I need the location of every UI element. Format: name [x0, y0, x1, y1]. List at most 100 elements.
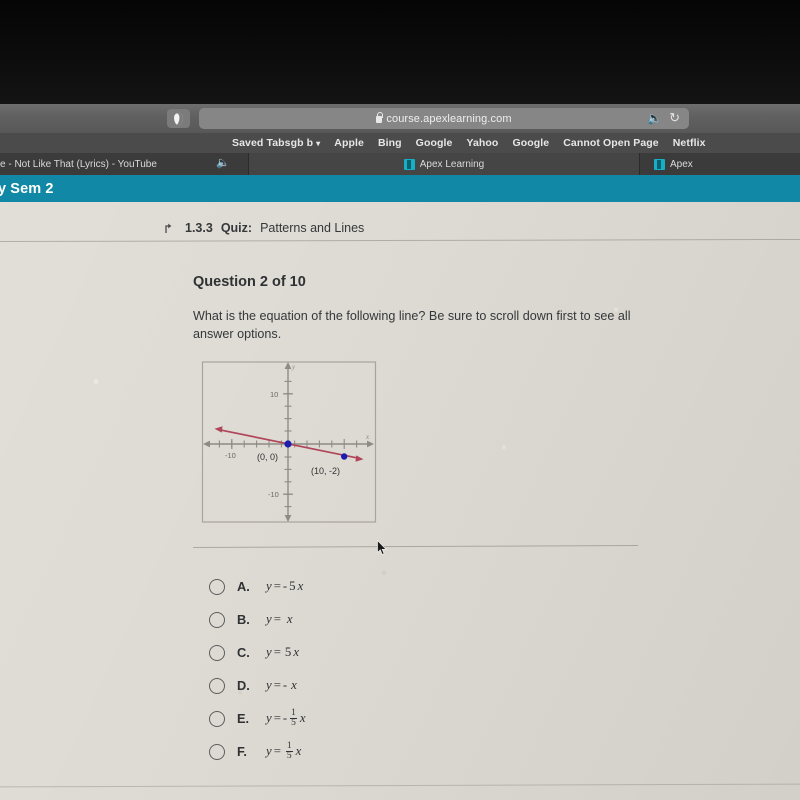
- sign: -: [282, 678, 288, 692]
- sign: -: [282, 579, 288, 593]
- tab-youtube[interactable]: e - Not Like That (Lyrics) - YouTube 🔈: [0, 153, 248, 175]
- bookmark-bing[interactable]: Bing: [378, 137, 402, 149]
- equals: =: [273, 711, 281, 725]
- course-breadcrumb[interactable]: y Sem 2: [0, 181, 54, 197]
- equals: =: [273, 579, 281, 593]
- fraction: 1 5: [290, 708, 297, 729]
- svg-text:x: x: [365, 433, 370, 441]
- option-letter: D.: [237, 678, 250, 693]
- radio-f[interactable]: [209, 743, 225, 760]
- tab-strip: e - Not Like That (Lyrics) - YouTube 🔈 A…: [0, 153, 800, 175]
- option-letter: F.: [237, 744, 247, 759]
- address-bar[interactable]: course.apexlearning.com 🔈 ↻: [199, 108, 689, 129]
- equals: =: [273, 612, 281, 626]
- point-10-neg2: [341, 453, 348, 460]
- shield-icon: [174, 112, 183, 125]
- speaker-icon[interactable]: 🔈: [647, 112, 662, 124]
- coordinate-graph: -10 10 -10 y x (0, 0) (10, -2): [201, 361, 377, 523]
- variable: x: [297, 579, 304, 593]
- svg-text:y: y: [291, 363, 296, 371]
- site-header: y Sem 2: [0, 175, 800, 202]
- graph-figure: -10 10 -10 y x (0, 0) (10, -2): [201, 359, 377, 525]
- screen-photo: course.apexlearning.com 🔈 ↻ Saved Tabsgb…: [0, 0, 800, 800]
- radio-a[interactable]: [209, 578, 225, 595]
- option-letter: E.: [237, 711, 250, 726]
- tab-label: Apex: [670, 158, 693, 170]
- breadcrumb: 1.3.3 Quiz: Patterns and Lines: [0, 216, 800, 240]
- activity-title: Patterns and Lines: [260, 221, 365, 235]
- tab-apex-learning[interactable]: Apex Learning: [249, 153, 639, 175]
- question-text: What is the equation of the following li…: [193, 309, 631, 341]
- bookmarks-bar: Saved Tabsgb b ▾ Apple Bing Google Yahoo …: [0, 133, 800, 153]
- option-a[interactable]: A. y = -5x: [209, 570, 629, 603]
- variable: x: [293, 645, 299, 659]
- lock-icon: [376, 112, 384, 123]
- bookmark-label: Saved Tabsgb b: [232, 137, 314, 149]
- radio-e[interactable]: [209, 710, 225, 727]
- bookmark-apple[interactable]: Apple: [334, 137, 364, 149]
- bookmark-yahoo[interactable]: Yahoo: [466, 137, 498, 149]
- option-letter: A.: [237, 579, 250, 594]
- option-b[interactable]: B. y = x: [209, 603, 629, 636]
- page-bottom-divider: [0, 783, 800, 788]
- lhs: y: [266, 744, 272, 758]
- annotation-ten-neg-two: (10, -2): [311, 466, 340, 476]
- svg-text:-10: -10: [225, 451, 236, 460]
- option-equation: y = 1 5 x: [266, 741, 302, 762]
- page-content: 1.3.3 Quiz: Patterns and Lines Question …: [0, 202, 800, 800]
- tab-mute-icon[interactable]: 🔈: [216, 158, 230, 169]
- tab-label: e - Not Like That (Lyrics) - YouTube: [0, 158, 157, 170]
- svg-text:-10: -10: [268, 490, 279, 499]
- reload-icon[interactable]: ↻: [669, 111, 680, 125]
- equals: =: [273, 678, 281, 692]
- sign: -: [282, 711, 288, 725]
- denominator: 5: [291, 718, 296, 728]
- option-f[interactable]: F. y = 1 5 x: [209, 735, 629, 768]
- url-text: course.apexlearning.com: [386, 112, 512, 125]
- screen-bezel: [0, 0, 800, 104]
- option-e[interactable]: E. y = - 1 5 x: [209, 702, 629, 735]
- option-equation: y = 5x: [266, 645, 299, 660]
- equals: =: [273, 645, 281, 659]
- tab-label: Apex Learning: [419, 158, 485, 170]
- question-title: Question 2 of 10: [193, 274, 306, 290]
- shield-button[interactable]: [167, 109, 190, 128]
- apex-favicon-icon: [403, 158, 415, 170]
- option-c[interactable]: C. y = 5x: [209, 636, 629, 669]
- svg-text:10: 10: [270, 390, 278, 399]
- annotation-origin: (0, 0): [257, 452, 278, 462]
- variable: x: [291, 678, 297, 692]
- lhs: y: [266, 645, 272, 659]
- option-letter: B.: [237, 612, 250, 627]
- chevron-down-icon: ▾: [316, 139, 321, 148]
- lhs: y: [266, 612, 272, 626]
- bookmark-cannot-open-page[interactable]: Cannot Open Page: [563, 137, 659, 149]
- lhs: y: [266, 711, 272, 725]
- content-divider: [192, 545, 639, 548]
- option-letter: C.: [237, 645, 250, 660]
- coefficient: 5: [284, 645, 292, 659]
- option-equation: y = -x: [266, 678, 297, 693]
- radio-c[interactable]: [209, 644, 225, 661]
- lhs: y: [266, 579, 272, 593]
- variable: x: [295, 744, 302, 758]
- answer-options: A. y = -5x B. y = x C. y = 5 x D. y = - …: [209, 570, 629, 768]
- option-equation: y = - 1 5 x: [266, 708, 306, 729]
- bookmark-google-2[interactable]: Google: [512, 137, 549, 149]
- variable: x: [299, 711, 306, 725]
- radio-d[interactable]: [209, 677, 225, 694]
- bookmark-google-1[interactable]: Google: [416, 137, 453, 149]
- option-equation: y = -5x: [266, 579, 303, 594]
- bookmark-saved-tabs[interactable]: Saved Tabsgb b ▾: [232, 137, 320, 149]
- tab-apex-secondary[interactable]: Apex: [640, 153, 800, 175]
- apex-favicon-icon: [654, 158, 665, 170]
- variable: x: [286, 612, 293, 626]
- radio-b[interactable]: [209, 611, 225, 628]
- option-d[interactable]: D. y = -x: [209, 669, 629, 702]
- bookmark-netflix[interactable]: Netflix: [673, 137, 706, 149]
- coefficient: 5: [289, 579, 296, 593]
- lesson-number: 1.3.3: [185, 221, 213, 235]
- lhs: y: [266, 678, 272, 692]
- up-arrow-icon[interactable]: [163, 221, 177, 235]
- activity-type: Quiz:: [220, 221, 253, 235]
